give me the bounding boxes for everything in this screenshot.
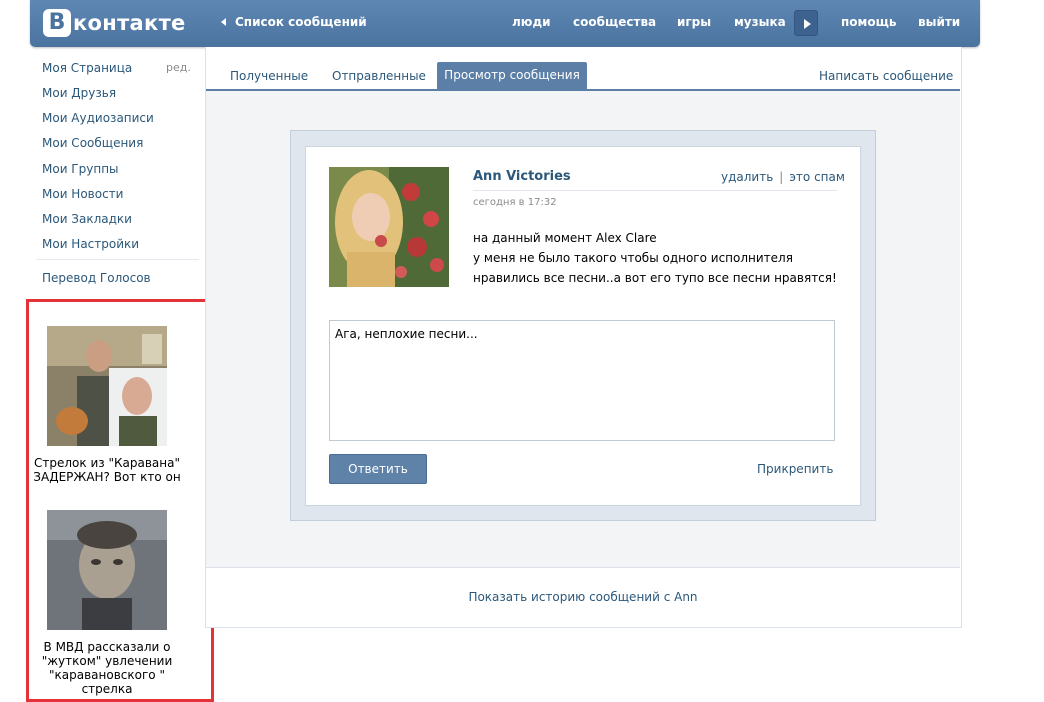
sidebar-item-audio[interactable]: Мои Аудиозаписи: [42, 111, 154, 125]
tab-received[interactable]: Полученные: [230, 69, 308, 83]
sidebar-item-my-page[interactable]: Моя Страница: [42, 61, 132, 75]
sidebar-item-voice-transfer[interactable]: Перевод Голосов: [42, 271, 151, 285]
sidebar-divider: [36, 259, 199, 260]
tab-sent[interactable]: Отправленные: [332, 69, 426, 83]
history-divider: [206, 567, 960, 568]
music-play-button[interactable]: [794, 10, 818, 36]
edit-menu-link[interactable]: ред.: [166, 61, 191, 74]
report-spam-link[interactable]: это спам: [789, 170, 845, 184]
play-icon: [804, 19, 811, 29]
logo-text: контакте: [73, 11, 186, 35]
back-label: Список сообщений: [235, 15, 367, 29]
ad-text-2[interactable]: В МВД рассказали о "жутком" увлечении "к…: [22, 640, 192, 696]
reply-input[interactable]: Ага, неплохие песни...: [329, 320, 835, 441]
nav-help[interactable]: помощь: [841, 15, 896, 29]
message-text-line: на данный момент Alex Clare: [473, 231, 657, 245]
sender-divider: [473, 190, 837, 191]
sidebar-item-news[interactable]: Мои Новости: [42, 187, 123, 201]
ad-text-1[interactable]: Стрелок из "Каравана" ЗАДЕРЖАН? Вот кто …: [22, 456, 192, 484]
back-arrow-icon: [221, 18, 226, 26]
ad-image-1[interactable]: [47, 326, 167, 446]
tab-view-message[interactable]: Просмотр сообщения: [437, 62, 587, 89]
sidebar-item-friends[interactable]: Мои Друзья: [42, 86, 116, 100]
nav-people[interactable]: люди: [512, 15, 551, 29]
logo-letter: В: [43, 9, 71, 37]
vk-logo[interactable]: В контакте: [43, 8, 186, 38]
sender-name[interactable]: Ann Victories: [473, 169, 571, 184]
message-actions: удалить | это спам: [721, 170, 845, 184]
sidebar-item-bookmarks[interactable]: Мои Закладки: [42, 212, 132, 226]
nav-games[interactable]: игры: [677, 15, 711, 29]
ad-image-2[interactable]: [47, 510, 167, 630]
message-text-line: у меня не было такого чтобы одного испол…: [473, 251, 793, 265]
nav-music[interactable]: музыка: [734, 15, 786, 29]
sidebar-item-groups[interactable]: Мои Группы: [42, 162, 119, 176]
actions-separator: |: [779, 170, 784, 184]
show-history-link[interactable]: Показать историю сообщений с Ann: [206, 590, 960, 604]
message-text-line: нравились все песни..а вот его тупо все …: [473, 271, 837, 285]
nav-logout[interactable]: выйти: [918, 15, 960, 29]
delete-message-link[interactable]: удалить: [721, 170, 773, 184]
compose-message-link[interactable]: Написать сообщение: [819, 69, 953, 83]
send-reply-button[interactable]: Ответить: [329, 454, 427, 484]
nav-communities[interactable]: сообщества: [573, 15, 656, 29]
sidebar-item-settings[interactable]: Мои Настройки: [42, 237, 139, 251]
sender-avatar[interactable]: [329, 167, 449, 287]
top-header: В контакте Список сообщений люди сообщес…: [30, 0, 980, 47]
back-to-messages-link[interactable]: Список сообщений: [221, 15, 367, 29]
attach-link[interactable]: Прикрепить: [757, 462, 833, 476]
message-timestamp: сегодня в 17:32: [473, 197, 557, 208]
sidebar-item-messages[interactable]: Мои Сообщения: [42, 136, 143, 150]
